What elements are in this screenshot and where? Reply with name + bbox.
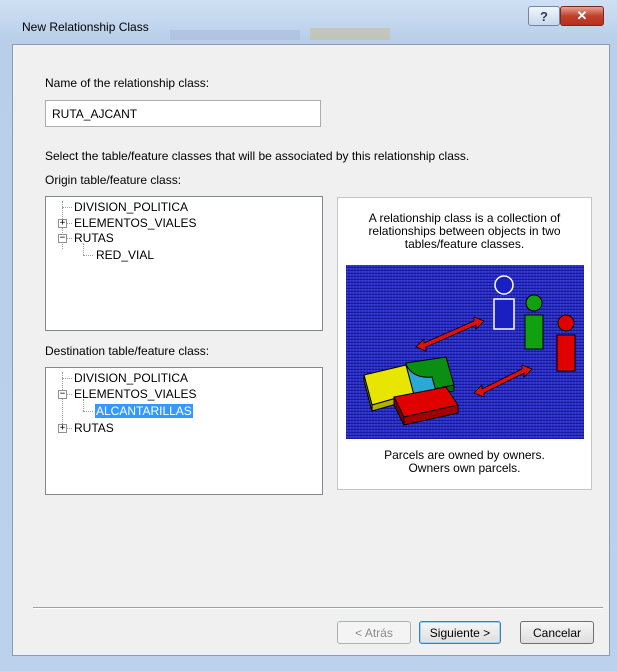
- info-caption: Owners own parcels.: [408, 461, 521, 475]
- collapse-icon[interactable]: −: [58, 390, 67, 399]
- expand-icon[interactable]: +: [58, 219, 67, 228]
- tree-connector: [67, 394, 72, 395]
- tree-connector: [67, 223, 72, 224]
- background-blur: [170, 30, 300, 40]
- tree-item[interactable]: RUTAS: [74, 421, 114, 435]
- origin-tree[interactable]: DIVISION_POLITICA + ELEMENTOS_VIALES − R…: [45, 196, 323, 331]
- tree-item-selected[interactable]: ALCANTARILLAS: [94, 403, 194, 419]
- button-separator: [33, 607, 603, 609]
- tree-connector: [62, 207, 72, 208]
- tree-connector: [83, 411, 93, 412]
- tree-connector: [67, 428, 72, 429]
- tree-item[interactable]: DIVISION_POLITICA: [74, 371, 188, 385]
- destination-tree[interactable]: DIVISION_POLITICA − ELEMENTOS_VIALES ALC…: [45, 367, 323, 495]
- cancel-button[interactable]: Cancelar: [520, 621, 594, 644]
- tree-item[interactable]: ELEMENTOS_VIALES: [74, 387, 197, 401]
- name-label: Name of the relationship class:: [45, 76, 210, 90]
- tree-item[interactable]: ELEMENTOS_VIALES: [74, 216, 197, 230]
- relationship-illustration: [346, 265, 584, 439]
- tree-connector: [67, 238, 72, 239]
- destination-label: Destination table/feature class:: [45, 344, 210, 358]
- title-bar[interactable]: New Relationship Class ? ✕: [0, 0, 617, 40]
- window-title: New Relationship Class: [22, 20, 149, 34]
- tree-item[interactable]: RUTAS: [74, 231, 114, 245]
- tree-item[interactable]: DIVISION_POLITICA: [74, 200, 188, 214]
- tree-connector: [62, 378, 72, 379]
- back-button[interactable]: < Atrás: [337, 621, 411, 644]
- help-button[interactable]: ?: [528, 6, 560, 26]
- help-icon: ?: [540, 8, 548, 24]
- origin-label: Origin table/feature class:: [45, 173, 182, 187]
- instruction-text: Select the table/feature classes that wi…: [45, 149, 470, 163]
- close-button[interactable]: ✕: [560, 6, 604, 26]
- tree-item[interactable]: RED_VIAL: [96, 248, 154, 262]
- next-button[interactable]: Siguiente >: [419, 621, 501, 644]
- expand-icon[interactable]: +: [58, 424, 67, 433]
- dialog-body: Name of the relationship class: RUTA_AJC…: [12, 44, 610, 656]
- tree-connector: [83, 255, 93, 256]
- close-icon: ✕: [576, 8, 588, 23]
- dialog-window: New Relationship Class ? ✕ Name of the r…: [0, 0, 617, 671]
- collapse-icon[interactable]: −: [58, 234, 67, 243]
- relationship-name-input[interactable]: RUTA_AJCANT: [45, 100, 321, 127]
- info-panel: A relationship class is a collection of …: [337, 197, 592, 490]
- background-blur: [310, 28, 390, 40]
- info-line: tables/feature classes.: [404, 237, 525, 251]
